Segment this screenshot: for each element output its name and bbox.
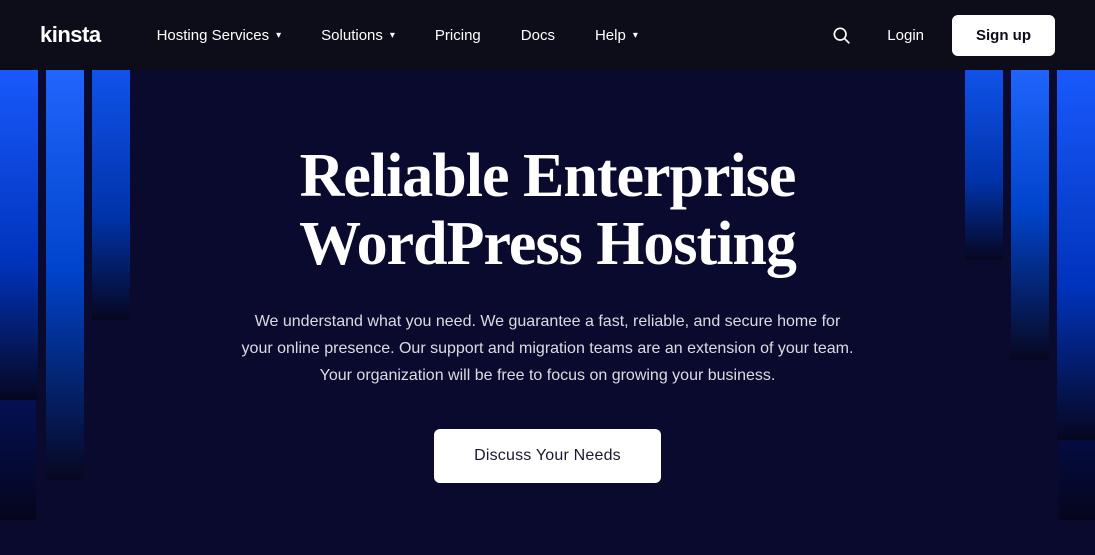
col-decoration — [965, 70, 1003, 260]
login-button[interactable]: Login — [875, 19, 936, 52]
nav-docs[interactable]: Docs — [505, 19, 571, 52]
col-decoration — [46, 70, 84, 480]
left-columns-decoration — [0, 70, 120, 555]
nav-links: Hosting Services ▾ Solutions ▾ Pricing D… — [141, 19, 824, 52]
nav-right: Login Sign up — [823, 15, 1055, 56]
hero-section: Reliable Enterprise WordPress Hosting We… — [0, 70, 1095, 555]
search-button[interactable] — [823, 17, 859, 53]
col-decoration — [1057, 70, 1095, 440]
nav-solutions[interactable]: Solutions ▾ — [305, 19, 411, 52]
hero-title: Reliable Enterprise WordPress Hosting — [238, 142, 858, 278]
hero-subtitle: We understand what you need. We guarante… — [238, 308, 858, 390]
cta-button[interactable]: Discuss Your Needs — [434, 429, 661, 483]
right-columns-decoration — [975, 70, 1095, 555]
logo[interactable]: kinsta — [40, 22, 101, 48]
search-icon — [831, 25, 851, 45]
chevron-down-icon: ▾ — [276, 30, 281, 41]
chevron-down-icon: ▾ — [633, 30, 638, 41]
signup-button[interactable]: Sign up — [952, 15, 1055, 56]
chevron-down-icon: ▾ — [390, 30, 395, 41]
logo-text: kinsta — [40, 22, 101, 48]
hero-content: Reliable Enterprise WordPress Hosting We… — [218, 142, 878, 484]
col-decoration — [0, 70, 38, 400]
navbar: kinsta Hosting Services ▾ Solutions ▾ Pr… — [0, 0, 1095, 70]
col-decoration — [92, 70, 130, 320]
col-decoration — [1011, 70, 1049, 360]
nav-hosting-services[interactable]: Hosting Services ▾ — [141, 19, 298, 52]
nav-pricing[interactable]: Pricing — [419, 19, 497, 52]
nav-help[interactable]: Help ▾ — [579, 19, 654, 52]
